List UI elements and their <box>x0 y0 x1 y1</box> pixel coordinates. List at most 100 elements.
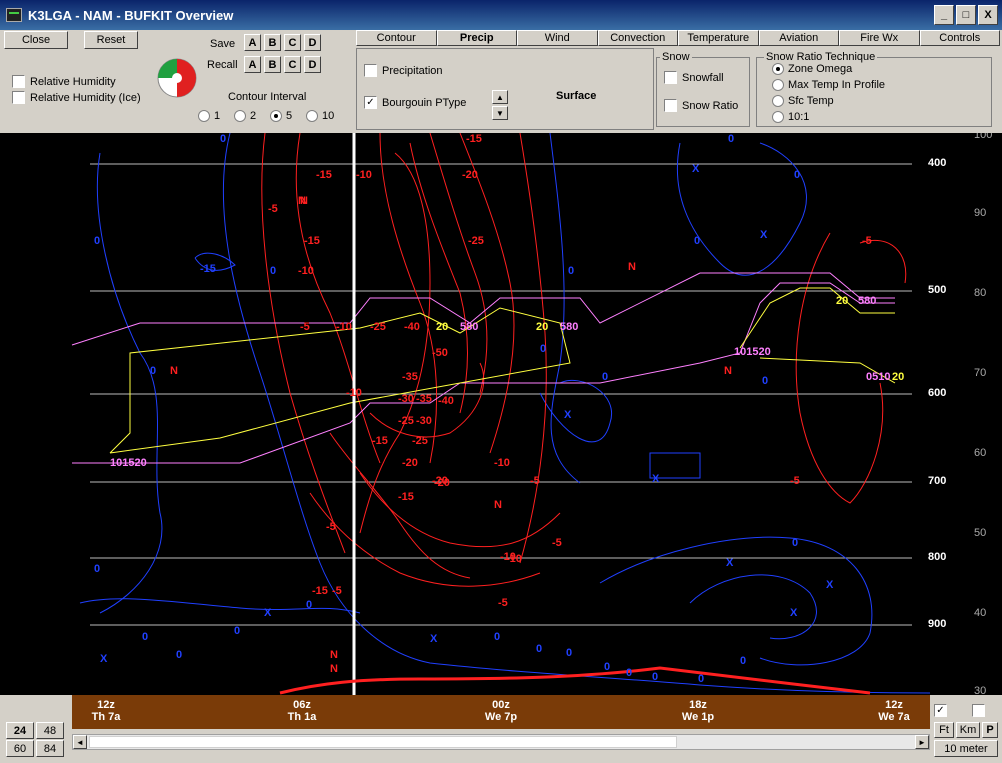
scroll-left-button[interactable]: ◄ <box>73 735 87 749</box>
contour-value-label: 0 <box>234 625 241 637</box>
contour-10-radio[interactable]: 10 <box>306 110 334 122</box>
range-48-button[interactable]: 48 <box>36 722 64 739</box>
maximize-button[interactable]: □ <box>956 5 976 25</box>
contour-value-label: -25 <box>370 321 386 333</box>
contour-value-label: 0 <box>740 655 747 667</box>
ratio-zone-omega-radio[interactable]: Zone Omega <box>772 63 852 75</box>
rh-scale-70: 70 <box>974 367 987 379</box>
bottom-check-2[interactable] <box>972 704 985 717</box>
snowfall-checkbox[interactable] <box>664 71 677 84</box>
close-window-button[interactable]: X <box>978 5 998 25</box>
recall-a-button[interactable]: A <box>244 56 261 73</box>
tab-aviation[interactable]: Aviation <box>758 30 839 46</box>
snowfall-check[interactable]: Snowfall <box>664 71 724 84</box>
time-scrollbar[interactable]: ◄ ► <box>72 734 930 750</box>
contour-value-label: -10 <box>356 169 372 181</box>
rh-scale-80: 80 <box>974 287 987 299</box>
units-ft-button[interactable]: Ft <box>934 722 954 738</box>
contour-value-label: X <box>564 409 572 421</box>
minimize-button[interactable]: _ <box>934 5 954 25</box>
save-a-button[interactable]: A <box>244 34 261 51</box>
ratio-10-1-radio[interactable]: 10:1 <box>772 111 809 123</box>
tab-convection[interactable]: Convection <box>597 30 678 46</box>
save-label: Save <box>210 38 236 50</box>
contour-value-label: 0 <box>698 673 705 685</box>
ratio-zone-omega-label: Zone Omega <box>788 63 853 75</box>
contour-value-label: -15 <box>398 491 414 503</box>
contour-value-label: -25 <box>398 415 414 427</box>
tab-contour[interactable]: Contour <box>356 30 437 46</box>
tab-fire-wx[interactable]: Fire Wx <box>839 30 920 46</box>
contour-value-label: -35 <box>416 393 432 405</box>
contour-value-label: X <box>692 163 700 175</box>
tab-wind[interactable]: Wind <box>517 30 598 46</box>
contour-value-label: 20 <box>536 321 549 333</box>
bottom-checkbox-2[interactable] <box>972 704 985 717</box>
range-60-button[interactable]: 60 <box>6 740 34 757</box>
contour-1-radio[interactable]: 1 <box>198 110 220 122</box>
scroll-right-button[interactable]: ► <box>915 735 929 749</box>
tab-precip[interactable]: Precip <box>436 30 517 46</box>
time-label-3: 18z We 1p <box>682 699 714 723</box>
reset-button[interactable]: Reset <box>84 31 138 49</box>
contour-value-label: 0 <box>176 649 183 661</box>
units-km-button[interactable]: Km <box>956 722 980 738</box>
pressure-label-700: 700 <box>928 475 947 487</box>
surface-level-label: Surface <box>556 90 597 102</box>
tab-temperature[interactable]: Temperature <box>678 30 759 46</box>
level-up-button[interactable]: ▲ <box>492 90 508 104</box>
rh-check[interactable]: Relative Humidity <box>12 75 116 88</box>
contour-value-label: -15 <box>200 263 216 275</box>
contour-value-label: -25 <box>412 435 428 447</box>
contour-value-label: -5 <box>498 597 508 609</box>
contour-value-label: -50 <box>432 347 448 359</box>
contour-value-label: 0 <box>568 265 575 277</box>
contour-value-label: -25 <box>468 235 484 247</box>
window-title: K3LGA - NAM - BUFKIT Overview <box>28 7 234 23</box>
save-b-button[interactable]: B <box>264 34 281 51</box>
time-height-plot[interactable]: -15 -10 -15 -5 N -15 -10 -5 -10 -25 -40 -50 -35 -40 -3… <box>0 133 1002 695</box>
contour-5-radio[interactable]: 5 <box>270 110 292 122</box>
ratio-max-temp-radio[interactable]: Max Temp In Profile <box>772 79 885 91</box>
height-10-meter-button[interactable]: 10 meter <box>934 740 998 757</box>
tab-controls[interactable]: Controls <box>919 30 1000 46</box>
save-d-button[interactable]: D <box>304 34 321 51</box>
save-c-button[interactable]: C <box>284 34 301 51</box>
bourgouin-checkbox[interactable]: ✓ <box>364 96 377 109</box>
contour-value-label: -30 <box>416 415 432 427</box>
bottom-checkbox-1[interactable]: ✓ <box>934 704 947 717</box>
bottom-check-1[interactable]: ✓ <box>934 704 947 717</box>
contour-2-label: 2 <box>250 110 257 122</box>
contour-value-label: -15 <box>466 133 482 145</box>
precipitation-check[interactable]: Precipitation <box>364 64 443 77</box>
units-p-button[interactable]: P <box>982 722 998 738</box>
level-down-button[interactable]: ▼ <box>492 106 508 120</box>
range-24-button[interactable]: 24 <box>6 722 34 739</box>
rh-ice-checkbox[interactable] <box>12 91 25 104</box>
ratio-sfc-temp-radio[interactable]: Sfc Temp <box>772 95 834 107</box>
snow-ratio-check[interactable]: Snow Ratio <box>664 99 738 112</box>
recall-c-button[interactable]: C <box>284 56 301 73</box>
contour-value-label: 0 <box>728 133 735 145</box>
recall-b-button[interactable]: B <box>264 56 281 73</box>
pressure-label-400: 400 <box>928 157 947 169</box>
time-label-0: 12z Th 7a <box>92 699 121 723</box>
range-84-button[interactable]: 84 <box>36 740 64 757</box>
contour-value-label: X <box>652 473 660 485</box>
contour-value-label: -10 <box>298 265 314 277</box>
recall-d-button[interactable]: D <box>304 56 321 73</box>
contour-interval-label: Contour Interval <box>228 91 307 103</box>
rh-checkbox[interactable] <box>12 75 25 88</box>
contour-value-label: 20 <box>436 321 449 333</box>
nws-logo-icon <box>157 58 197 98</box>
snow-ratio-checkbox[interactable] <box>664 99 677 112</box>
rh-ice-check[interactable]: Relative Humidity (Ice) <box>12 91 141 104</box>
snowfall-label: Snowfall <box>682 71 724 84</box>
contour-value-label: -20 <box>402 457 418 469</box>
bourgouin-check[interactable]: ✓ Bourgouin PType <box>364 96 466 109</box>
scroll-thumb[interactable] <box>89 736 677 748</box>
contour-value-label: 580 <box>460 321 479 333</box>
close-button[interactable]: Close <box>4 31 68 49</box>
precipitation-checkbox[interactable] <box>364 64 377 77</box>
contour-2-radio[interactable]: 2 <box>234 110 256 122</box>
